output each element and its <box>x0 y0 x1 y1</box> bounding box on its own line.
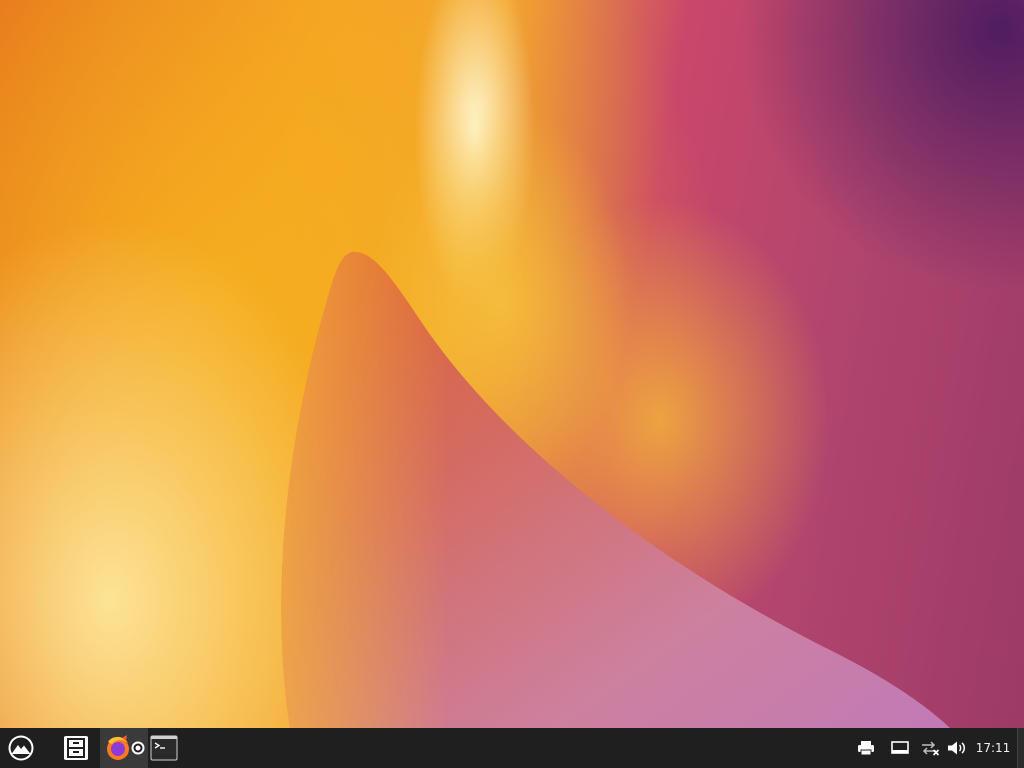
volume-tray-button[interactable] <box>946 734 968 762</box>
files-launcher-button[interactable] <box>58 730 94 766</box>
network-tray-button[interactable] <box>918 734 942 762</box>
clock[interactable]: 17:11 <box>972 728 1014 768</box>
display-tray-button[interactable] <box>888 734 912 762</box>
terminal-task-button[interactable] <box>148 730 180 766</box>
terminal-icon <box>150 735 178 761</box>
firefox-icon <box>107 735 145 760</box>
app-menu-button[interactable] <box>2 730 40 766</box>
wallpaper-art <box>281 100 950 728</box>
network-disconnected-icon <box>922 741 940 756</box>
desktop-wallpaper[interactable] <box>0 0 1024 728</box>
file-cabinet-icon <box>64 736 88 760</box>
volume-icon <box>948 741 965 755</box>
firefox-task-button[interactable] <box>100 728 148 768</box>
printer-tray-button[interactable] <box>854 734 878 762</box>
taskbar: 17:11 <box>0 728 1024 768</box>
show-desktop-button[interactable] <box>1017 728 1024 768</box>
display-icon <box>891 741 909 754</box>
app-menu-icon <box>8 735 34 761</box>
printer-icon <box>858 741 874 756</box>
